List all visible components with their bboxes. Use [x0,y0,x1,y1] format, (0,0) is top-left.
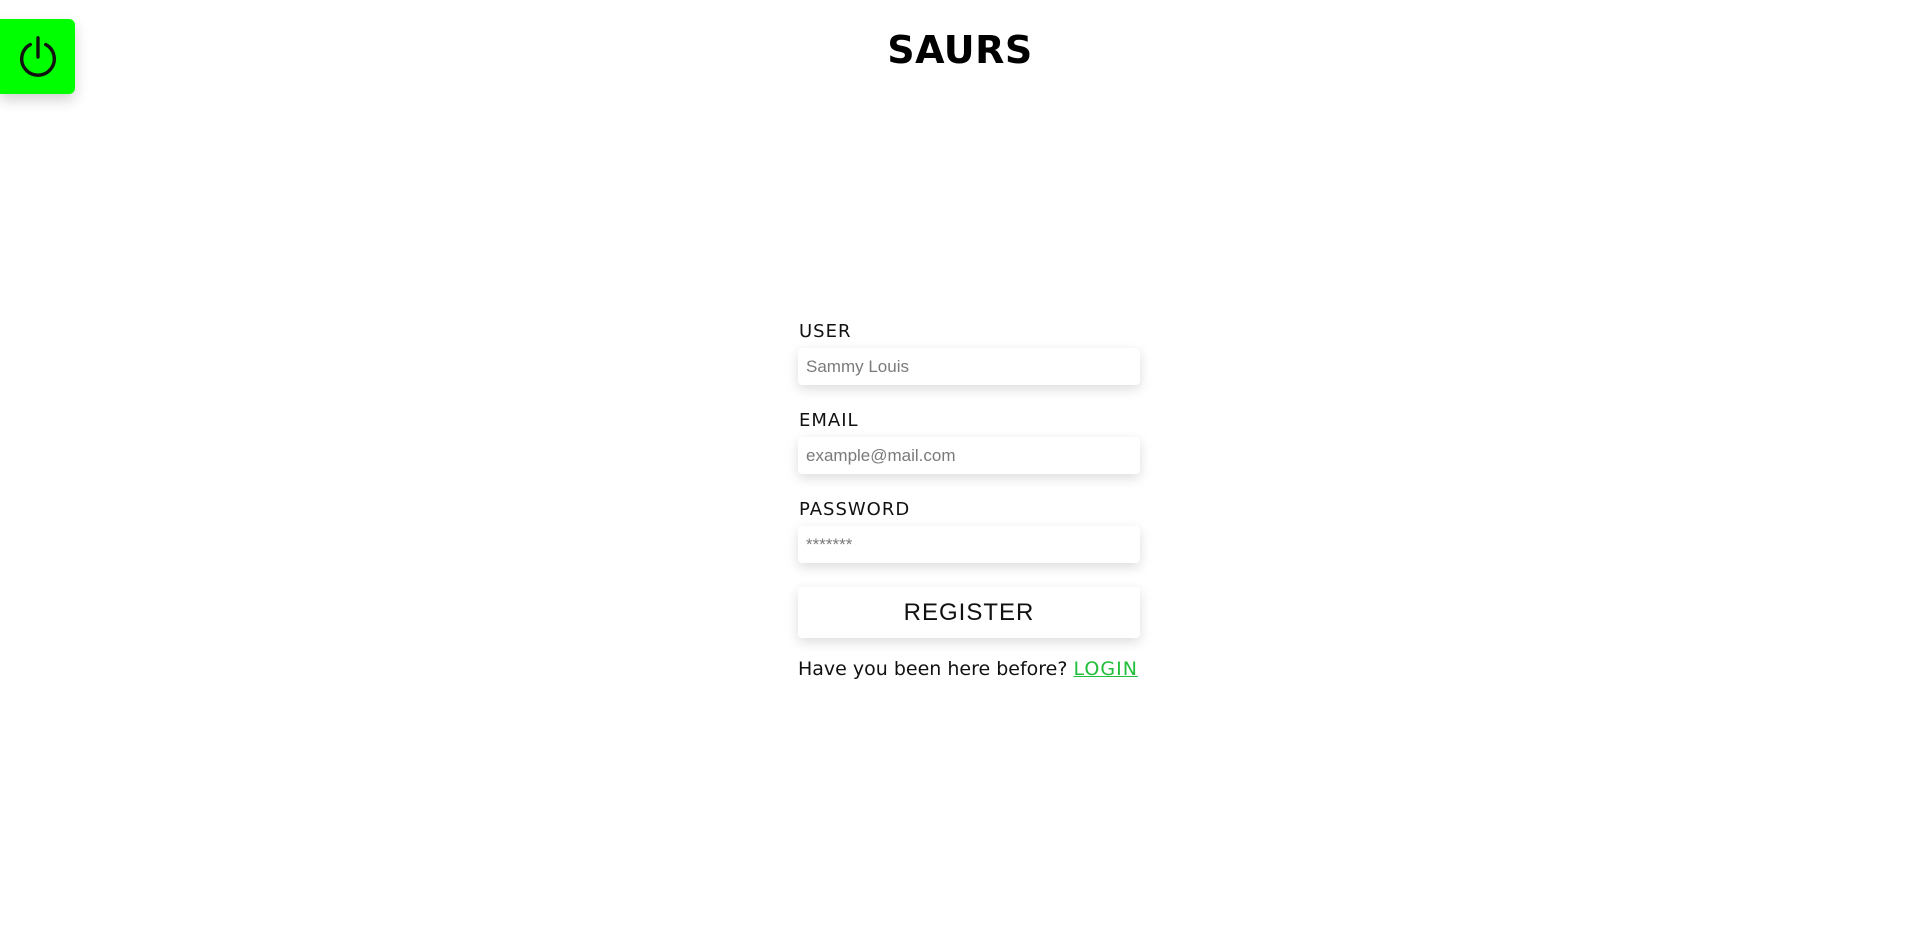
user-field-group: USER [798,320,1140,385]
login-prompt-text: Have you been here before? [798,658,1068,680]
email-input[interactable] [798,437,1140,474]
register-form: USER EMAIL PASSWORD REGISTER Have you be… [798,320,1140,680]
login-prompt: Have you been here before? LOGIN [798,658,1140,680]
password-input[interactable] [798,526,1140,563]
user-input[interactable] [798,348,1140,385]
login-link[interactable]: LOGIN [1074,658,1138,680]
email-field-group: EMAIL [798,409,1140,474]
user-label: USER [799,321,852,342]
password-label: PASSWORD [799,499,911,520]
register-button[interactable]: REGISTER [798,587,1140,638]
password-field-group: PASSWORD [798,498,1140,563]
email-label: EMAIL [799,410,859,431]
brand-title: SAURS [887,28,1033,72]
